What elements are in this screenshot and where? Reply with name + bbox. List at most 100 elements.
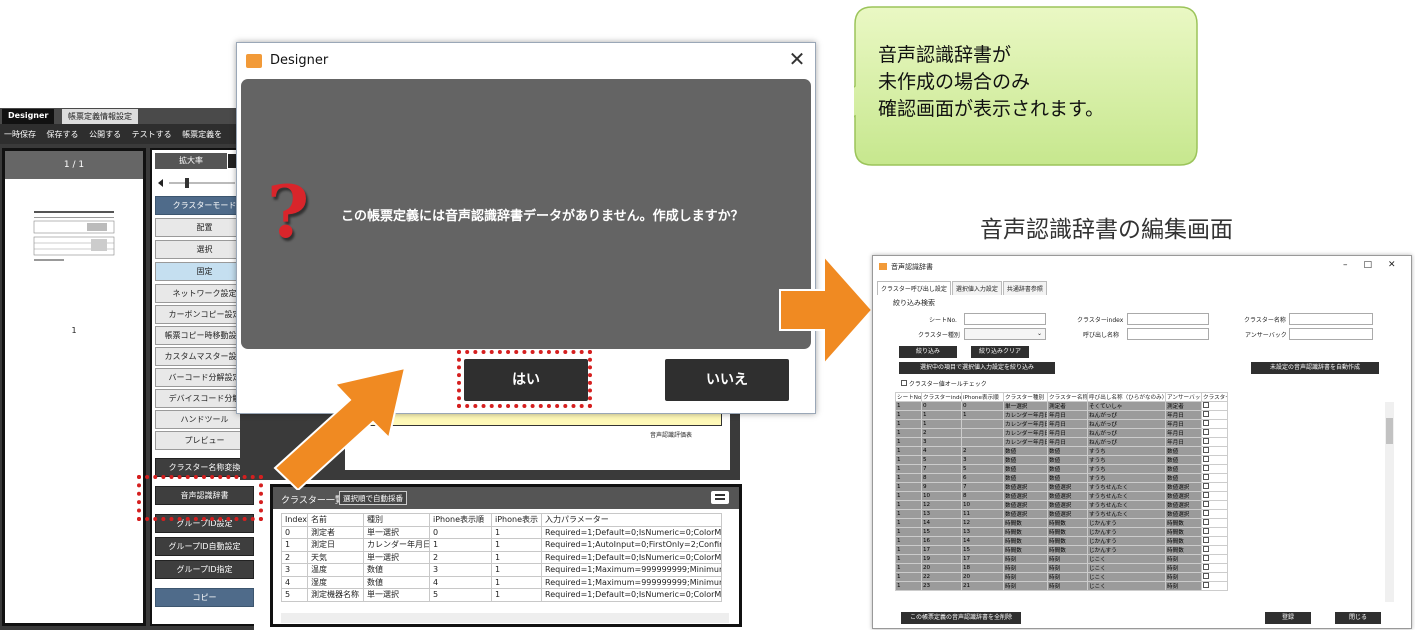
table-row[interactable]: 1 15 13 時間数 時間数 じかんすう 時間数 <box>895 527 1228 537</box>
table-row[interactable]: 1 5 3 数値 数値 すうち 数値 <box>895 455 1228 465</box>
cluster-value-cell[interactable] <box>1201 527 1228 537</box>
tab-cluster-call[interactable]: クラスター呼び出し設定 <box>877 281 951 295</box>
checkbox[interactable] <box>1203 555 1209 561</box>
copy-button[interactable]: コピー <box>155 588 254 607</box>
checkbox[interactable] <box>1203 429 1209 435</box>
checkbox[interactable] <box>1203 573 1209 579</box>
table-row[interactable]: 1 4 2 数値 数値 すうち 数値 <box>895 446 1228 456</box>
table-row[interactable]: 1 1 カレンダー年月日 年月日 ねんがっぴ 年月日 <box>895 419 1228 429</box>
tab-value-input[interactable]: 選択値入力設定 <box>951 281 1002 295</box>
table-row[interactable]: 1 測定日 カレンダー年月日 1 1 Required=1;AutoInput=0;Fir… <box>281 538 722 552</box>
column-header[interactable]: クラスター名称 <box>1047 392 1088 402</box>
cluster-type-select[interactable]: ⌄ <box>964 328 1046 340</box>
table-row[interactable]: 2 天気 単一選択 2 1 Required=1;Default=0;IsNumeric=… <box>281 550 722 564</box>
table-row[interactable]: 1 14 12 時間数 時間数 じかんすう 時間数 <box>895 518 1228 528</box>
table-row[interactable]: 1 13 11 数値選択 数値選択 すうちせんたく 数値選択 <box>895 509 1228 519</box>
cluster-value-cell[interactable] <box>1201 428 1228 438</box>
table-row[interactable]: 1 10 8 数値選択 数値選択 すうちせんたく 数値選択 <box>895 491 1228 501</box>
column-header[interactable]: Index <box>281 513 308 527</box>
column-header[interactable]: クラスター種別 <box>1003 392 1048 402</box>
filter-button[interactable]: 絞り込み <box>899 346 957 358</box>
table-row[interactable]: 0 測定者 単一選択 0 1 Required=1;Default=0;IsNumeric… <box>281 525 722 539</box>
column-header[interactable]: iPhone表示順 <box>961 392 1004 402</box>
table-row[interactable]: 1 20 18 時刻 時刻 じこく 時刻 <box>895 563 1228 573</box>
checkbox[interactable] <box>1203 420 1209 426</box>
table-row[interactable]: 1 8 6 数値 数値 すうち 数値 <box>895 473 1228 483</box>
no-button[interactable]: いいえ <box>665 359 789 401</box>
cluster-value-cell[interactable] <box>1201 581 1228 591</box>
sheet-no-input[interactable] <box>964 313 1046 325</box>
checkbox[interactable] <box>1203 438 1209 444</box>
all-check-row[interactable]: クラスター値オールチェック <box>901 379 987 388</box>
group-id-auto-button[interactable]: グループID自動設定 <box>155 537 254 556</box>
table-row[interactable]: 1 7 5 数値 数値 すうち 数値 <box>895 464 1228 474</box>
table-row[interactable]: 5 測定機器名称 単一選択 5 1 Required=1;Default=0;IsNume… <box>281 588 722 602</box>
form-def-button[interactable]: 帳票定義を <box>182 129 222 140</box>
checkbox[interactable] <box>1203 474 1209 480</box>
table-row[interactable]: 1 16 14 時間数 時間数 じかんすう 時間数 <box>895 536 1228 546</box>
cluster-value-cell[interactable] <box>1201 464 1228 474</box>
checkbox[interactable] <box>1203 510 1209 516</box>
checkbox[interactable] <box>1203 582 1209 588</box>
cluster-value-cell[interactable] <box>1201 410 1228 420</box>
cluster-value-cell[interactable] <box>1201 473 1228 483</box>
cluster-value-cell[interactable] <box>1201 401 1228 411</box>
column-header[interactable]: クラスターindex <box>921 392 962 402</box>
table-row[interactable]: 1 2 カレンダー年月日 年月日 ねんがっぴ 年月日 <box>895 428 1228 438</box>
tab-designer[interactable]: Designer <box>2 109 55 124</box>
cluster-value-cell[interactable] <box>1201 509 1228 519</box>
checkbox[interactable] <box>901 380 907 386</box>
cluster-value-cell[interactable] <box>1201 419 1228 429</box>
checkbox[interactable] <box>1203 564 1209 570</box>
filter-clear-button[interactable]: 絞り込みクリア <box>971 346 1029 358</box>
column-header[interactable]: 名前 <box>307 513 364 527</box>
cluster-value-cell[interactable] <box>1201 500 1228 510</box>
table-row[interactable]: 1 1 1 カレンダー年月日 年月日 ねんがっぴ 年月日 <box>895 410 1228 420</box>
cluster-value-cell[interactable] <box>1201 536 1228 546</box>
table-row[interactable]: 1 19 17 時刻 時刻 じこく 時刻 <box>895 554 1228 564</box>
publish-button[interactable]: 公開する <box>89 129 121 140</box>
checkbox[interactable] <box>1203 483 1209 489</box>
table-row[interactable]: 1 9 7 数値選択 数値選択 すうちせんたく 数値選択 <box>895 482 1228 492</box>
checkbox[interactable] <box>1203 465 1209 471</box>
cluster-value-cell[interactable] <box>1201 572 1228 582</box>
window-controls[interactable]: –□✕ <box>1343 260 1411 270</box>
close-button[interactable]: 閉じる <box>1335 612 1381 624</box>
cluster-value-cell[interactable] <box>1201 554 1228 564</box>
horizontal-scrollbar[interactable] <box>281 613 729 623</box>
answer-back-input[interactable] <box>1289 328 1373 340</box>
menu-icon[interactable] <box>711 491 729 504</box>
table-row[interactable]: 1 17 15 時間数 時間数 じかんすう 時間数 <box>895 545 1228 555</box>
checkbox[interactable] <box>1203 447 1209 453</box>
cluster-value-cell[interactable] <box>1201 446 1228 456</box>
tab-common-dict[interactable]: 共通辞書参照 <box>1002 281 1047 295</box>
scroll-thumb[interactable] <box>1386 418 1393 444</box>
save-button[interactable]: 保存する <box>47 129 79 140</box>
checkbox[interactable] <box>1203 546 1209 552</box>
table-row[interactable]: 1 22 20 時刻 時刻 じこく 時刻 <box>895 572 1228 582</box>
table-row[interactable]: 1 0 0 単一選択 測定者 そくていしゃ 測定者 <box>895 401 1228 411</box>
call-name-input[interactable] <box>1127 328 1209 340</box>
checkbox[interactable] <box>1203 456 1209 462</box>
page-thumbnail[interactable] <box>31 193 117 275</box>
filter-selected-button[interactable]: 選択中の項目で選択値入力設定を絞り込み <box>899 362 1055 374</box>
checkbox[interactable] <box>1203 402 1209 408</box>
cluster-index-input[interactable] <box>1127 313 1209 325</box>
checkbox[interactable] <box>1203 528 1209 534</box>
table-row[interactable]: 3 温度 数値 3 1 Required=1;Maximum=999999999;Mini… <box>281 563 722 577</box>
cluster-value-cell[interactable] <box>1201 563 1228 573</box>
group-id-assign-button[interactable]: グループID指定 <box>155 560 254 579</box>
cluster-value-cell[interactable] <box>1201 437 1228 447</box>
column-header[interactable]: アンサーバック <box>1165 392 1202 402</box>
table-row[interactable]: 1 23 21 時刻 時刻 じこく 時刻 <box>895 581 1228 591</box>
cluster-value-cell[interactable] <box>1201 491 1228 501</box>
test-button[interactable]: テストする <box>132 129 172 140</box>
close-icon[interactable]: ✕ <box>785 48 809 72</box>
auto-create-button[interactable]: 未設定の音声認識辞書を自動作成 <box>1251 362 1379 374</box>
temp-save-button[interactable]: 一時保存 <box>4 129 36 140</box>
cluster-value-cell[interactable] <box>1201 518 1228 528</box>
column-header[interactable]: 入力パラメーター <box>541 513 722 527</box>
cluster-name-input[interactable] <box>1289 313 1373 325</box>
column-header[interactable]: クラスター値 <box>1201 392 1228 402</box>
column-header[interactable]: 種別 <box>363 513 430 527</box>
